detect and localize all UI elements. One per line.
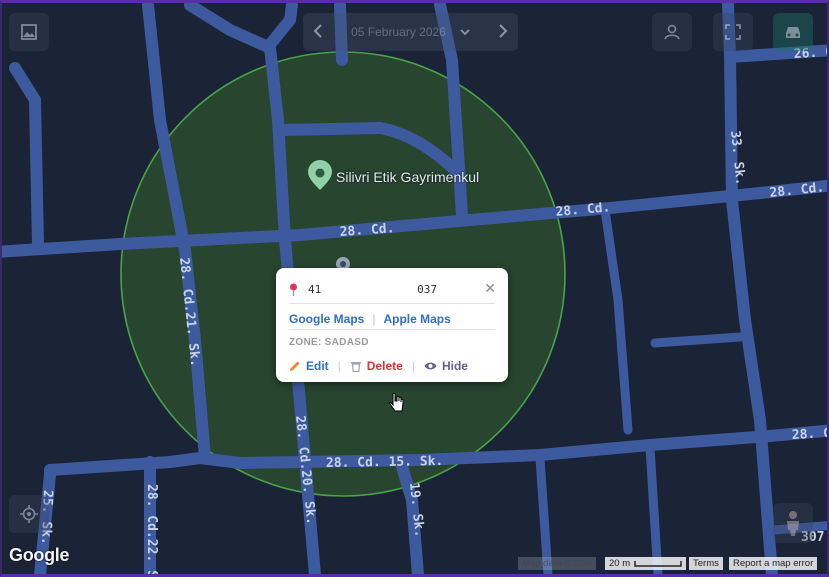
- chevron-down-icon: [460, 29, 470, 36]
- next-date-button[interactable]: [498, 23, 508, 41]
- map-data-attribution: Map data ©2026: [518, 557, 597, 570]
- road-right-vertical: [722, 0, 778, 577]
- street-label-15-sk: 28. Cd. 15. Sk.: [326, 454, 444, 471]
- hide-label: Hide: [441, 359, 468, 373]
- links-separator: |: [372, 312, 376, 326]
- terms-link[interactable]: Terms: [689, 557, 723, 570]
- layers-button[interactable]: [9, 13, 49, 51]
- date-navigator: 05 February 2026: [303, 13, 518, 51]
- scale-label: 20 m: [609, 558, 631, 569]
- scale-bar-icon: [634, 561, 682, 567]
- street-label-22-sk: 28. Cd.22. Sk.: [144, 484, 159, 577]
- eye-icon: [424, 362, 437, 370]
- fullscreen-button[interactable]: [713, 13, 753, 51]
- coordinate-latitude: 41: [308, 282, 322, 296]
- poi-label[interactable]: Silivri Etik Gayrimenkul: [336, 169, 479, 185]
- zone-label: ZONE: SADASD: [289, 337, 369, 348]
- scale-bar[interactable]: 20 m: [605, 557, 687, 570]
- edit-label: Edit: [306, 359, 329, 373]
- person-pin-icon: [664, 24, 680, 40]
- divider: [289, 329, 495, 330]
- coordinates-row: 41 037: [289, 280, 495, 298]
- chevron-left-icon: [313, 23, 322, 38]
- delete-button[interactable]: Delete: [350, 359, 403, 373]
- user-location-button[interactable]: [652, 13, 692, 51]
- date-select[interactable]: 05 February 2026: [351, 25, 470, 39]
- location-popup: 41 037 ✕ Google Maps | Apple Maps ZONE: …: [276, 268, 508, 382]
- pencil-icon: [290, 361, 300, 371]
- google-logo: Google: [9, 545, 70, 565]
- fullscreen-icon: [725, 24, 741, 40]
- road-lower-right-b: [645, 443, 663, 577]
- coordinate-longitude: 037: [417, 282, 437, 296]
- street-label-28-cd-c: 28. Cd.: [769, 180, 825, 201]
- date-label: 05 February 2026: [351, 25, 446, 39]
- street-label-28-c: 28. C: [791, 426, 829, 443]
- road-left-stub: [9, 62, 44, 251]
- google-maps-link[interactable]: Google Maps: [289, 312, 364, 326]
- apple-maps-link[interactable]: Apple Maps: [383, 312, 450, 326]
- report-map-error-link[interactable]: Report a map error: [729, 557, 818, 570]
- action-separator: |: [411, 359, 415, 373]
- vehicle-button[interactable]: [773, 13, 813, 51]
- edit-button[interactable]: Edit: [289, 359, 329, 373]
- image-icon: [21, 24, 37, 40]
- trash-icon: [350, 362, 361, 372]
- map-links: Google Maps | Apple Maps: [289, 312, 451, 326]
- pegman-icon: [787, 511, 799, 536]
- street-view-button[interactable]: [773, 503, 813, 543]
- popup-actions: Edit | Delete | Hide: [289, 359, 468, 373]
- road-right-branch: [600, 205, 633, 435]
- my-location-button[interactable]: [9, 495, 49, 533]
- car-icon: [786, 27, 800, 38]
- pin-icon: [290, 283, 297, 296]
- map-viewport[interactable]: 28. Cd. 28. Cd. 28. Cd.21. Sk. 28. Cd.20…: [0, 0, 829, 577]
- action-separator: |: [337, 359, 341, 373]
- delete-label: Delete: [366, 359, 403, 373]
- hide-button[interactable]: Hide: [424, 359, 468, 373]
- close-popup-button[interactable]: ✕: [484, 280, 496, 297]
- crosshair-icon: [20, 505, 38, 523]
- chevron-right-icon: [499, 23, 508, 38]
- divider: [289, 303, 495, 304]
- road-top-curve: [184, 0, 298, 53]
- road-right-stub: [650, 332, 745, 348]
- prev-date-button[interactable]: [313, 23, 323, 41]
